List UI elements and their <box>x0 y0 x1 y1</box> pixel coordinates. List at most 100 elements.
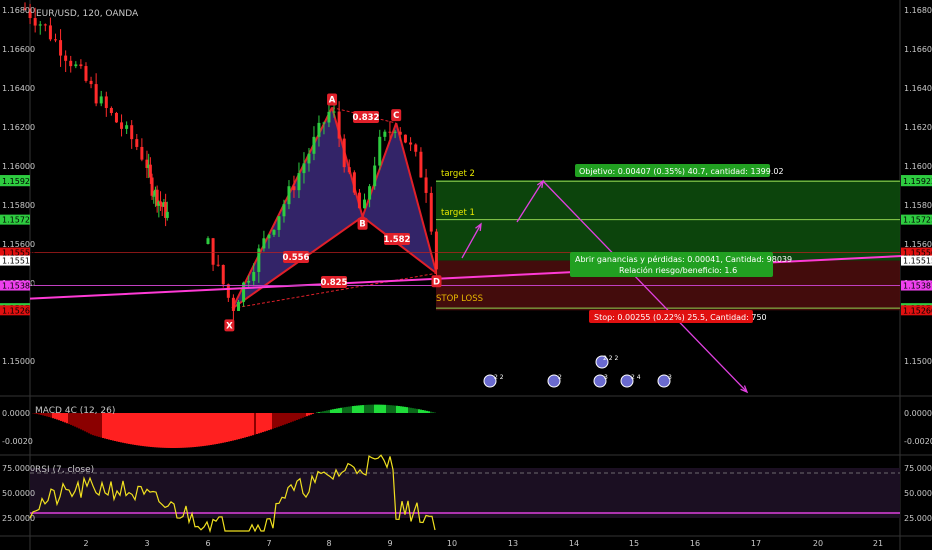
macd-bar <box>318 412 320 413</box>
macd-bar <box>346 406 348 413</box>
candle-body <box>236 301 240 311</box>
macd-bar <box>118 413 120 442</box>
candle-body <box>211 238 215 265</box>
macd-bar <box>162 413 164 448</box>
macd-bar <box>240 413 242 439</box>
macd-bar <box>336 408 338 413</box>
macd-bar <box>108 413 110 440</box>
time-tick: 13 <box>508 539 518 548</box>
left-price-tick: 1.16400 <box>2 84 35 93</box>
long-position-tool[interactable] <box>436 180 900 311</box>
macd-bar <box>148 413 150 447</box>
candle-body <box>43 24 47 26</box>
left-price-tag: 1.15387 <box>2 282 35 291</box>
macd-bar <box>308 413 310 416</box>
macd-tick-right: 0.0000 <box>904 409 932 418</box>
macd-bar <box>352 406 354 413</box>
macd-bar <box>180 413 182 448</box>
candle-body <box>48 25 52 40</box>
candle-body <box>424 177 428 193</box>
macd-bar <box>160 413 162 448</box>
macd-bar <box>184 413 186 448</box>
time-tick: 16 <box>690 539 700 548</box>
macd-bar <box>324 410 326 413</box>
candle-body <box>282 204 286 217</box>
macd-bar <box>392 405 394 413</box>
macd-bar <box>220 413 222 444</box>
candle-body <box>393 131 397 133</box>
right-price-tick: 1.16400 <box>904 84 932 93</box>
time-tick: 14 <box>569 539 579 548</box>
macd-bar <box>302 413 304 418</box>
time-tick: 21 <box>873 539 883 548</box>
macd-bar <box>176 413 178 448</box>
candle-body <box>337 111 341 139</box>
macd-bar <box>320 411 322 413</box>
trading-chart[interactable]: A B C D X 0.556 0.832 1.582 0.825 2 2 2 3 2 4 3 2 2 2 … <box>0 0 932 550</box>
macd-bar <box>286 413 288 424</box>
macd-bar <box>142 413 144 447</box>
rsi-band <box>30 468 900 518</box>
macd-bar <box>104 413 106 439</box>
candle-body <box>84 66 88 81</box>
macd-pane: 0.0000 0.0000 -0.0020 -0.0020 <box>2 404 932 448</box>
macd-bar <box>202 413 204 447</box>
macd-bar <box>182 413 184 448</box>
target-1-label: target 1 <box>441 208 475 218</box>
candle-body <box>317 122 321 137</box>
candle-body <box>125 125 129 129</box>
event-count: 3 <box>668 374 672 381</box>
candle-body <box>252 271 256 281</box>
macd-bar <box>246 413 248 437</box>
macd-bar <box>132 413 134 445</box>
macd-bar <box>194 413 196 447</box>
candle-body <box>327 111 331 123</box>
macd-bar <box>400 406 402 413</box>
macd-bar <box>332 409 334 413</box>
macd-bar <box>280 413 282 426</box>
candle-body <box>277 216 281 230</box>
macd-bar <box>110 413 112 441</box>
stop-loss-label: STOP LOSS <box>436 294 483 304</box>
macd-bar <box>150 413 152 447</box>
stop-text: Stop: 0.00255 (0.22%) 25.5, Cantidad: 75… <box>594 313 767 322</box>
right-price-tick: 1.15800 <box>904 201 932 210</box>
candle-body <box>79 64 83 67</box>
macd-bar <box>200 413 202 447</box>
macd-bar <box>166 413 168 448</box>
macd-bar <box>368 404 370 413</box>
candle-body <box>368 186 372 200</box>
left-price-tag: 1.15725 <box>2 216 35 225</box>
right-price-tick: 1.16000 <box>904 162 932 171</box>
candle-body <box>267 234 271 239</box>
macd-bar <box>210 413 212 445</box>
right-price-tick: 1.16800 <box>904 6 932 15</box>
ratio-xd-label: 0.825 <box>321 278 348 288</box>
right-price-tick: 1.16600 <box>904 45 932 54</box>
rsi-tick-right: 25.0000 <box>904 514 932 523</box>
candle-body <box>94 84 98 104</box>
macd-bar <box>298 413 300 420</box>
left-price-tick: 1.15800 <box>2 201 35 210</box>
macd-bar <box>384 404 386 413</box>
pattern-triangle-bcd <box>362 123 437 274</box>
event-count: 2 4 <box>631 374 641 381</box>
macd-bar <box>158 413 160 448</box>
macd-bar <box>128 413 130 444</box>
macd-bar <box>178 413 180 448</box>
macd-bar <box>106 413 108 440</box>
macd-bar <box>214 413 216 445</box>
macd-bar <box>96 413 98 437</box>
macd-bar <box>386 404 388 413</box>
point-a-label: A <box>329 96 336 106</box>
left-price-tick: 1.15000 <box>2 357 35 366</box>
macd-bar <box>426 410 428 413</box>
macd-bar <box>154 413 156 448</box>
left-price-tag: 1.15922 <box>2 177 35 186</box>
macd-bar <box>326 410 328 413</box>
macd-bar <box>120 413 122 443</box>
ratio-bd-label: 1.582 <box>384 235 411 245</box>
candle-body <box>89 80 93 85</box>
candle-body <box>429 192 433 232</box>
macd-bar <box>186 413 188 448</box>
